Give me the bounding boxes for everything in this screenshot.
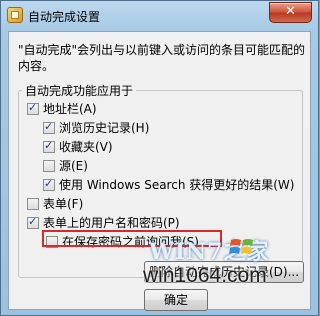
option-label: 表单上的用户名和密码(P) — [43, 216, 180, 230]
option-label: 地址栏(A) — [43, 102, 97, 116]
windows-search-checkbox[interactable] — [43, 177, 55, 191]
settings-window-icon — [7, 7, 23, 23]
option-favorites[interactable]: 收藏夹(V) — [43, 138, 113, 154]
window-title: 自动完成设置 — [28, 10, 101, 24]
option-windows-search[interactable]: 使用 Windows Search 获得更好的结果(W) — [43, 176, 294, 192]
forms-checkbox[interactable] — [27, 198, 39, 210]
site-watermark: WIN7之家 win1064.com — [141, 234, 316, 314]
favorites-checkbox[interactable] — [43, 139, 55, 153]
option-address-bar[interactable]: 地址栏(A) — [27, 100, 97, 116]
option-usernames-passwords[interactable]: 表单上的用户名和密码(P) — [27, 214, 180, 230]
option-label: 收藏夹(V) — [59, 140, 113, 154]
option-browsing-history[interactable]: 浏览历史记录(H) — [43, 119, 149, 135]
option-label: 源(E) — [59, 159, 88, 173]
watermark-url: win1064.com — [143, 264, 267, 287]
windows-flag-icon — [229, 239, 253, 254]
option-feeds[interactable]: 源(E) — [43, 157, 88, 173]
option-label: 浏览历史记录(H) — [59, 121, 150, 135]
description-text: "自动完成"会列出与以前键入或访问的条目可能匹配的内容。 — [18, 43, 306, 73]
browsing-history-checkbox[interactable] — [43, 120, 55, 134]
close-button[interactable]: ✕ — [269, 2, 312, 23]
option-forms[interactable]: 表单(F) — [27, 195, 83, 211]
feeds-checkbox[interactable] — [43, 160, 55, 172]
option-label: 表单(F) — [43, 197, 84, 211]
groupbox-legend: 自动完成功能应用于 — [22, 82, 137, 99]
option-label: 使用 Windows Search 获得更好的结果(W) — [59, 178, 295, 192]
usernames-passwords-checkbox[interactable] — [27, 215, 39, 229]
title-bar[interactable]: 自动完成设置 ✕ — [1, 1, 318, 31]
autocomplete-settings-dialog: 自动完成设置 ✕ "自动完成"会列出与以前键入或访问的条目可能匹配的内容。 自动… — [0, 0, 319, 316]
close-icon: ✕ — [285, 4, 296, 19]
address-bar-checkbox[interactable] — [27, 101, 39, 115]
